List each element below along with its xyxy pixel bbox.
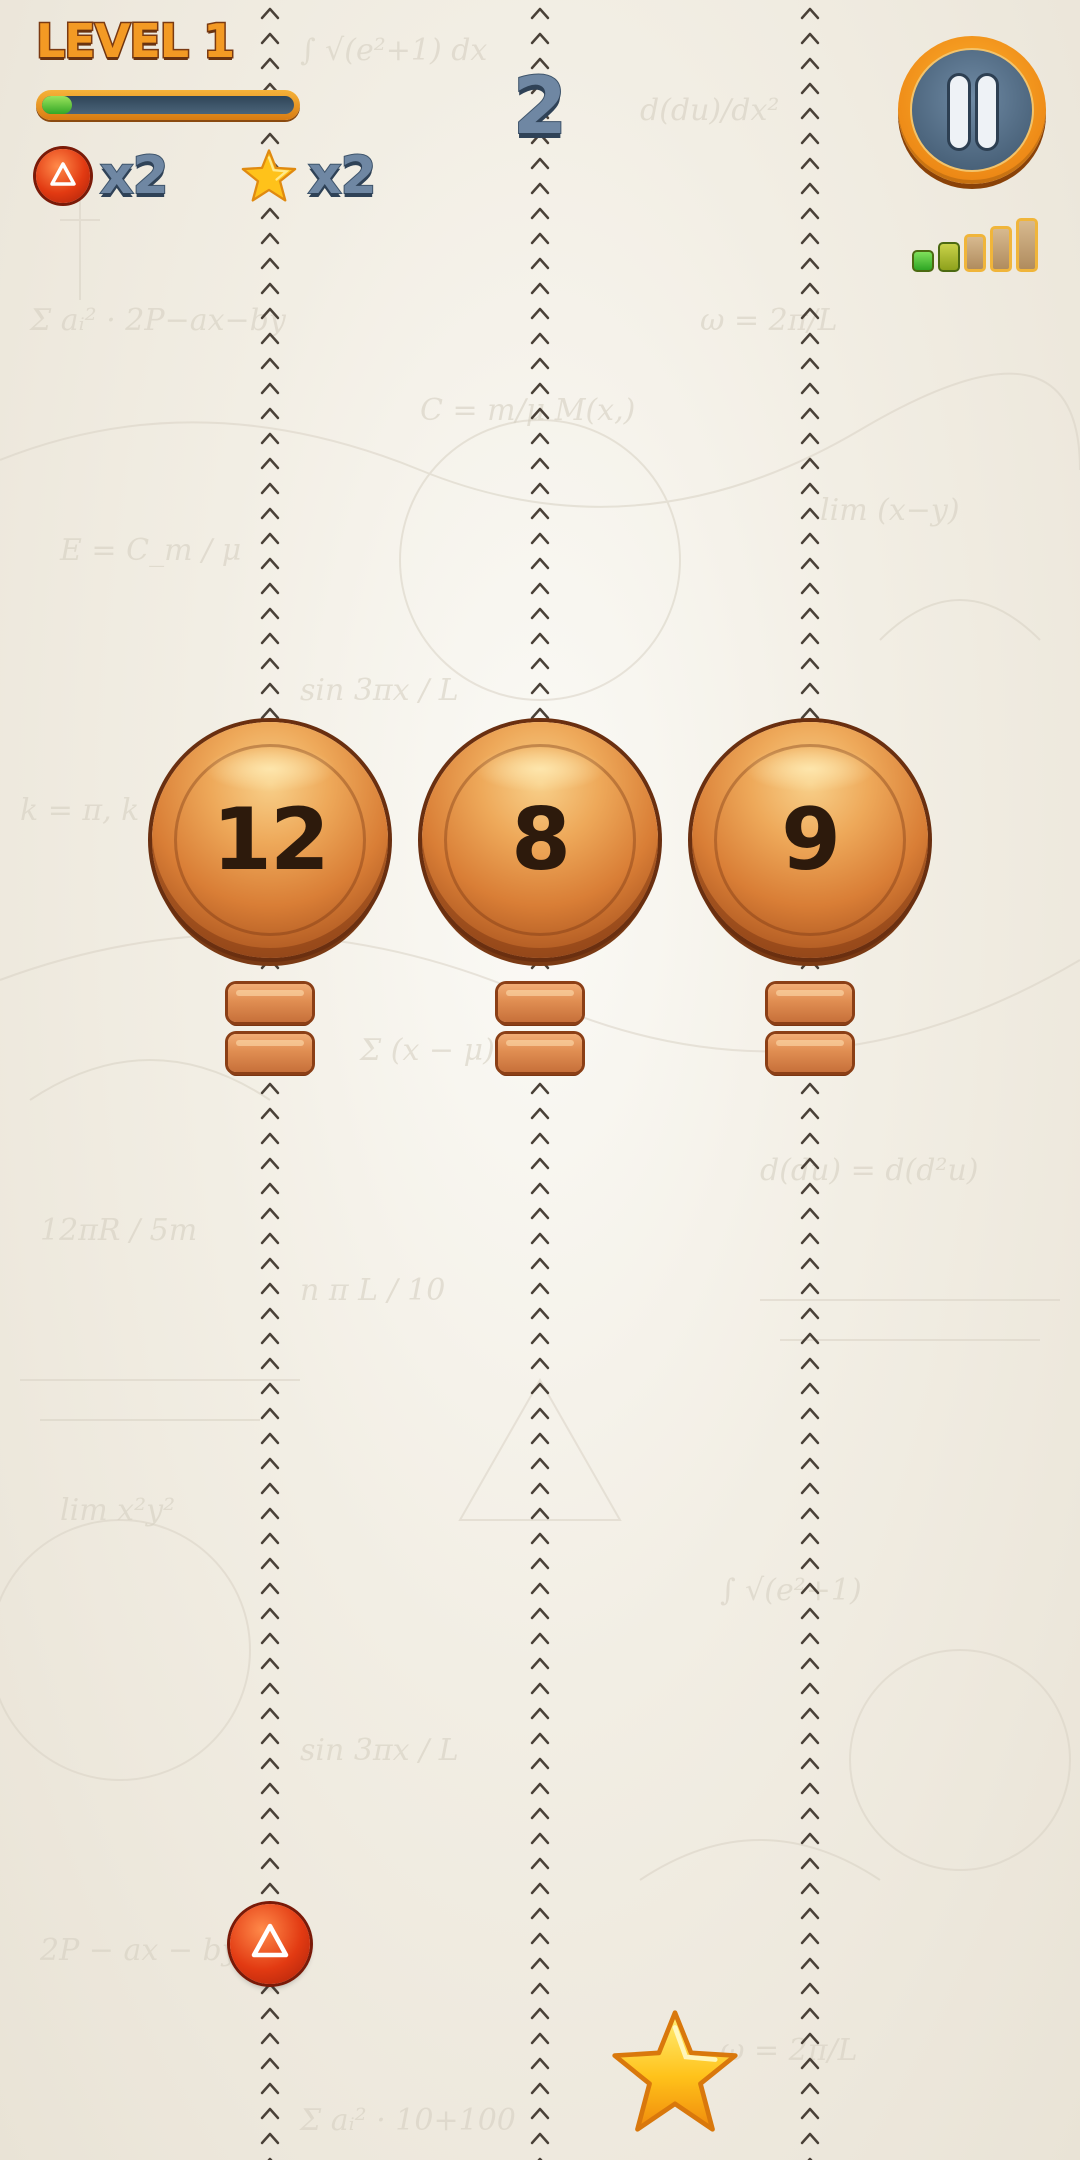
- star-pickup[interactable]: [608, 2006, 742, 2140]
- number-ball-value: 12: [212, 790, 330, 890]
- signal-bar-1: [912, 250, 934, 272]
- svg-text:d(du)/dx²: d(du)/dx²: [640, 93, 779, 128]
- pause-bar-right: [978, 76, 996, 148]
- svg-text:sin 3πx / L: sin 3πx / L: [300, 673, 459, 708]
- number-ball[interactable]: 12: [152, 722, 388, 958]
- svg-text:2P − ax − by: 2P − ax − by: [39, 1933, 240, 1968]
- svg-text:12πR / 5m: 12πR / 5m: [40, 1213, 197, 1248]
- red-triangle-ball-icon: [251, 1923, 289, 1958]
- wood-plank: [768, 984, 852, 1022]
- star-counter-value: x2: [307, 145, 378, 207]
- wood-plank: [498, 984, 582, 1022]
- lane-track-3: [790, 0, 830, 2160]
- pause-bar-left: [950, 76, 968, 148]
- lane-track-1: [250, 0, 290, 2160]
- svg-text:lim x²y²: lim x²y²: [60, 1493, 175, 1528]
- signal-bar-3: [964, 234, 986, 272]
- signal-bar-4: [990, 226, 1012, 272]
- wood-plank: [498, 1034, 582, 1072]
- svg-text:Σ aᵢ² · 10+100: Σ aᵢ² · 10+100: [299, 2103, 516, 2138]
- signal-strength-icon: [912, 214, 1044, 272]
- star-icon: [241, 149, 297, 202]
- level-progress-fill: [42, 96, 73, 114]
- svg-text:Σ (x − μ)²: Σ (x − μ)²: [359, 1033, 507, 1068]
- number-ball[interactable]: 8: [422, 722, 658, 958]
- wood-plank: [228, 984, 312, 1022]
- wood-plank: [228, 1034, 312, 1072]
- number-ball[interactable]: 9: [692, 722, 928, 958]
- signal-bar-5: [1016, 218, 1038, 272]
- lane-track-2: [520, 0, 560, 2160]
- svg-text:n π L / 10: n π L / 10: [300, 1273, 445, 1308]
- svg-text:E = C_m / μ: E = C_m / μ: [59, 533, 241, 568]
- svg-text:lim (x−y): lim (x−y): [820, 493, 960, 528]
- level-label: LEVEL 1: [34, 13, 236, 70]
- ball-counter-value: x2: [99, 145, 170, 207]
- player-ball[interactable]: [230, 1904, 310, 1984]
- pause-icon: [910, 48, 1034, 172]
- wood-plank: [768, 1034, 852, 1072]
- level-progress-bar: [36, 90, 300, 120]
- level-progress-track: [42, 96, 294, 114]
- star-counter: x2: [240, 145, 378, 207]
- red-triangle-ball-icon: [36, 149, 90, 203]
- score-display: 2: [512, 61, 568, 153]
- ball-counter: x2: [36, 145, 170, 207]
- svg-text:∫ √(e²+1) dx: ∫ √(e²+1) dx: [300, 33, 487, 68]
- pause-button[interactable]: [898, 36, 1046, 184]
- number-ball-value: 8: [511, 790, 571, 890]
- signal-bar-2: [938, 242, 960, 272]
- svg-text:Σ aᵢ² · 2P−ax−by: Σ aᵢ² · 2P−ax−by: [29, 303, 287, 338]
- number-ball-value: 9: [781, 790, 841, 890]
- svg-text:sin 3πx / L: sin 3πx / L: [300, 1733, 459, 1768]
